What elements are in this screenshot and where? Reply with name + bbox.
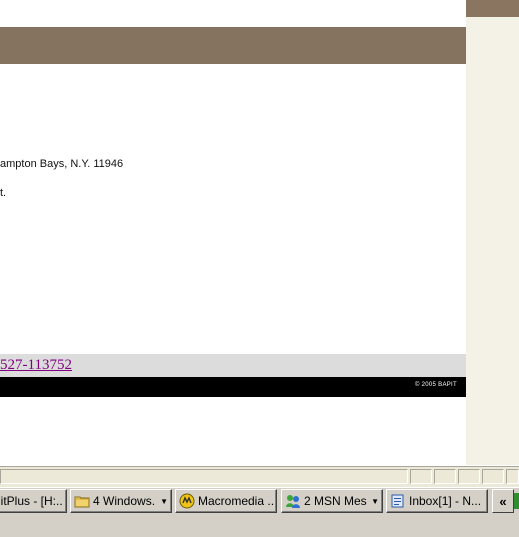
taskbar-button-editplus[interactable]: litPlus - [H:... [0, 489, 67, 513]
taskbar-button-label: litPlus - [H:... [0, 494, 63, 508]
taskbar-button-inbox[interactable]: Inbox[1] - N... [386, 489, 488, 513]
mail-icon [390, 493, 406, 509]
address-text: ampton Bays, N.Y. 11946 [0, 158, 124, 170]
taskbar-button-label: 2 MSN Mes... [304, 494, 367, 508]
status-pane-3 [458, 469, 480, 484]
phone-link[interactable]: 527-113752 [0, 357, 72, 374]
chevron-down-icon: ▼ [160, 496, 168, 506]
windows-taskbar: litPlus - [H:... 4 Windows... ▼ Macromed… [0, 487, 519, 537]
taskbar-button-msn-messenger[interactable]: 2 MSN Mes... ▼ [281, 489, 383, 513]
status-pane-2 [434, 469, 456, 484]
browser-status-bar [0, 466, 519, 487]
right-sidebar-strip [466, 0, 519, 465]
status-pane-1 [410, 469, 432, 484]
status-pane-4 [482, 469, 504, 484]
taskbar-overflow-button[interactable]: « [492, 489, 514, 513]
system-tray-icon[interactable] [514, 493, 519, 509]
double-chevron-left-icon: « [499, 493, 507, 509]
taskbar-button-label: Macromedia ... [198, 494, 273, 508]
copyright-text: © 2005 BAPIT [414, 382, 457, 388]
taskbar-highlight-line [0, 487, 519, 488]
footer-bar: © 2005 BAPIT [0, 377, 466, 397]
msn-messenger-icon [285, 493, 301, 509]
status-pane-main [0, 469, 408, 484]
taskbar-button-label: Inbox[1] - N... [409, 494, 482, 508]
taskbar-button-windows-explorer[interactable]: 4 Windows... ▼ [70, 489, 172, 513]
folder-icon [74, 493, 90, 509]
status-pane-zone [506, 469, 519, 484]
taskbar-button-macromedia[interactable]: Macromedia ... [175, 489, 277, 513]
page-header-band [0, 27, 466, 64]
body-text-fragment: t. [0, 187, 7, 199]
chevron-down-icon: ▼ [371, 496, 379, 506]
macromedia-icon [179, 493, 195, 509]
taskbar-button-label: 4 Windows... [93, 494, 157, 508]
sidebar-header-cap [466, 0, 519, 17]
